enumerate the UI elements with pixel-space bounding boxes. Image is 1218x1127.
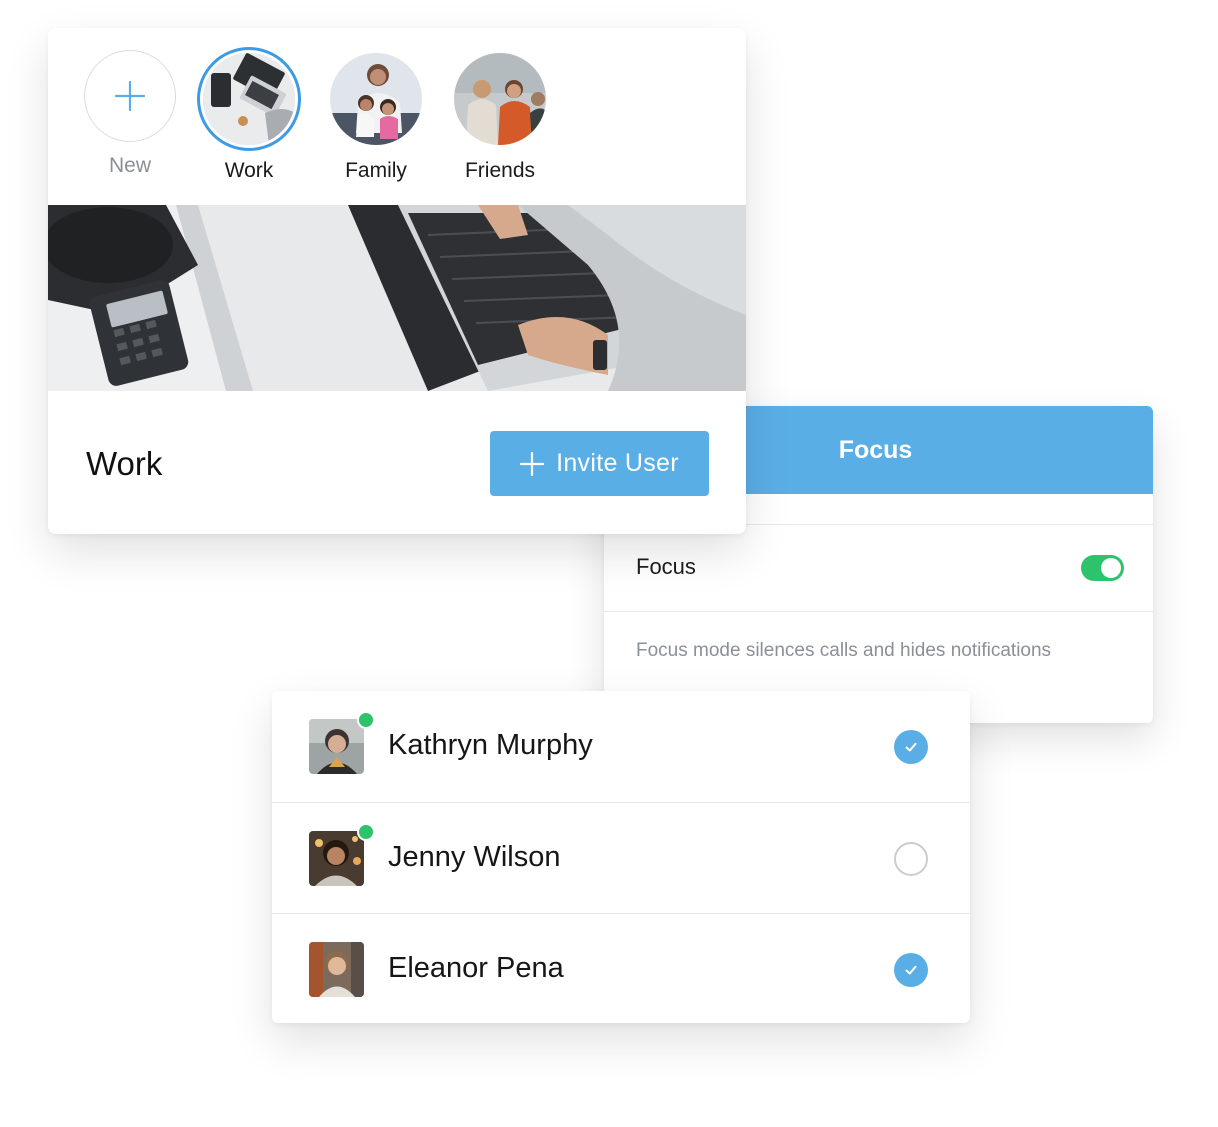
invite-user-label: Invite User [556,449,679,477]
list-item[interactable]: Eleanor Pena [272,913,970,1024]
online-status-dot [357,711,375,729]
user-photo [309,831,364,886]
group-avatar-family[interactable] [330,53,422,145]
plus-icon [114,80,146,112]
family-photo [330,53,422,145]
group-friends[interactable]: Friends [440,53,560,183]
group-avatar-friends[interactable] [454,53,546,145]
focus-toggle[interactable] [1081,555,1124,581]
work-photo [203,53,295,145]
focus-setting-row: Focus [604,524,1153,612]
focus-title: Focus [838,435,913,464]
group-label: Friends [464,159,536,182]
user-name: Eleanor Pena [388,952,564,984]
user-select-checkbox[interactable] [894,730,928,764]
focus-toggle-label: Focus [636,554,696,579]
avatar [309,719,364,774]
checkmark-icon [905,742,917,752]
group-label: Family [345,159,407,182]
focus-description: Focus mode silences calls and hides noti… [636,640,1052,661]
user-name: Kathryn Murphy [388,729,593,761]
user-photo [309,719,364,774]
user-name: Jenny Wilson [388,841,561,873]
checkmark-icon [905,965,917,975]
workspace-photo [48,205,746,391]
avatar [309,831,364,886]
list-item[interactable]: Kathryn Murphy [272,691,970,802]
list-item[interactable]: Jenny Wilson [272,802,970,913]
plus-icon [520,451,545,476]
group-label: Work [224,159,274,182]
user-list: Kathryn Murphy Jenny Wilson Eleanor Pena [272,691,970,1023]
group-label: New [108,154,151,177]
card-footer: Work Invite User [48,391,746,534]
avatar [309,942,364,997]
group-title: Work [86,445,163,482]
new-group-button[interactable] [84,50,176,142]
group-selector: New Work Family Friends [48,28,746,205]
group-cover-image [48,205,746,391]
group-family[interactable]: Family [316,53,436,183]
invite-user-button[interactable]: Invite User [490,431,709,496]
friends-photo [454,53,546,145]
group-card: New Work Family Friends Work Invite User [48,28,746,534]
user-select-checkbox[interactable] [894,953,928,987]
online-status-dot [357,823,375,841]
user-photo [309,942,364,997]
group-work[interactable]: Work [189,53,309,183]
user-select-checkbox[interactable] [894,842,928,876]
group-avatar-work[interactable] [203,53,295,145]
group-new[interactable]: New [70,50,190,178]
